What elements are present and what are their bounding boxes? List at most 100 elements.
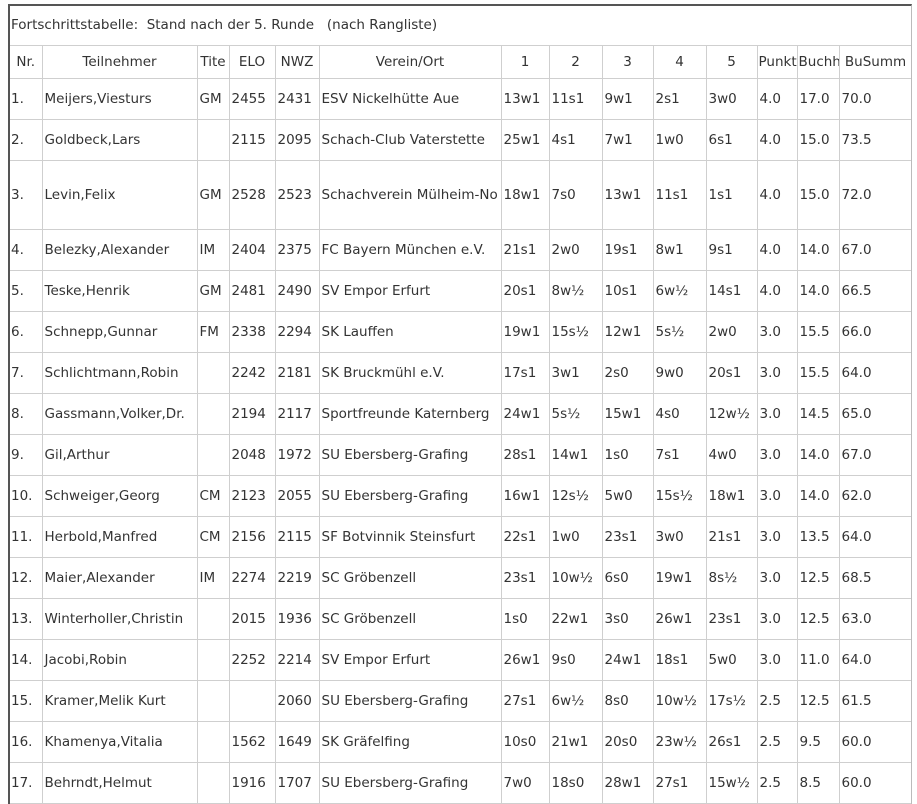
col-header-participant[interactable]: Teilnehmer	[42, 46, 198, 79]
cell-round-5: 14s1	[706, 270, 758, 312]
cell-participant: Gassmann,Volker,Dr.	[42, 393, 198, 435]
cell-title	[197, 119, 230, 161]
cell-title	[197, 352, 230, 394]
cell-nr: 13.	[10, 598, 43, 640]
cell-round-4: 11s1	[653, 160, 707, 230]
cell-participant: Levin,Felix	[42, 160, 198, 230]
cell-nr: 1.	[10, 78, 43, 120]
cell-round-1: 7w0	[501, 762, 550, 804]
table-row: 7. Schlichtmann,Robin 2242 2181 SK Bruckmühl…	[10, 352, 911, 394]
cell-nwz: 1707	[275, 762, 320, 804]
cell-buchholz-sum: 61.5	[839, 680, 911, 722]
cell-buchholz: 12.5	[797, 557, 840, 599]
cell-round-1: 23s1	[501, 557, 550, 599]
cell-round-4: 10w½	[653, 680, 707, 722]
cell-club: Sportfreunde Katernberg	[319, 393, 502, 435]
cell-round-5: 1s1	[706, 160, 758, 230]
cell-buchholz: 15.5	[797, 311, 840, 353]
cell-round-5: 4w0	[706, 434, 758, 476]
col-header-round-4[interactable]: 4	[653, 46, 707, 79]
cell-buchholz: 11.0	[797, 639, 840, 681]
cell-round-2: 22w1	[549, 598, 603, 640]
cell-title	[197, 762, 230, 804]
cell-round-3: 24w1	[602, 639, 654, 681]
cell-elo: 2194	[229, 393, 276, 435]
cell-round-1: 13w1	[501, 78, 550, 120]
cell-club: SU Ebersberg-Grafing	[319, 475, 502, 517]
cell-elo: 1562	[229, 721, 276, 763]
cell-participant: Winterholler,Christin	[42, 598, 198, 640]
table-row: 1. Meijers,Viesturs GM 2455 2431 ESV Nickelhü…	[10, 78, 911, 120]
cell-elo: 2252	[229, 639, 276, 681]
cell-round-3: 10s1	[602, 270, 654, 312]
table-row: 17. Behrndt,Helmut 1916 1707 SU Ebersberg-Gr…	[10, 762, 911, 804]
col-header-round-3[interactable]: 3	[602, 46, 654, 79]
cell-round-5: 12w½	[706, 393, 758, 435]
cell-round-3: 7w1	[602, 119, 654, 161]
cell-round-1: 28s1	[501, 434, 550, 476]
cell-round-3: 28w1	[602, 762, 654, 804]
cell-participant: Teske,Henrik	[42, 270, 198, 312]
cell-nwz: 2431	[275, 78, 320, 120]
cell-round-3: 8s0	[602, 680, 654, 722]
cell-buchholz-sum: 60.0	[839, 762, 911, 804]
cell-elo: 2156	[229, 516, 276, 558]
table-row: 15. Kramer,Melik Kurt 2060 SU Ebersberg-Gra…	[10, 680, 911, 722]
col-header-round-2[interactable]: 2	[549, 46, 603, 79]
cell-round-1: 22s1	[501, 516, 550, 558]
table-row: 16. Khamenya,Vitalia 1562 1649 SK Gräfelfing…	[10, 721, 911, 763]
col-header-buchholz[interactable]: Buchh	[797, 46, 840, 79]
col-header-elo[interactable]: ELO	[229, 46, 276, 79]
col-header-club[interactable]: Verein/Ort	[319, 46, 502, 79]
cell-points: 3.0	[757, 516, 798, 558]
cell-elo: 2242	[229, 352, 276, 394]
cell-round-1: 19w1	[501, 311, 550, 353]
cell-round-5: 2w0	[706, 311, 758, 353]
cell-points: 4.0	[757, 119, 798, 161]
cell-round-5: 5w0	[706, 639, 758, 681]
cell-round-5: 23s1	[706, 598, 758, 640]
cell-nr: 9.	[10, 434, 43, 476]
cell-round-1: 18w1	[501, 160, 550, 230]
table-row: 11. Herbold,Manfred CM 2156 2115 SF Botvinnik…	[10, 516, 911, 558]
col-header-title[interactable]: Tite	[197, 46, 230, 79]
col-header-points[interactable]: Punkt	[757, 46, 798, 79]
cell-round-3: 6s0	[602, 557, 654, 599]
col-header-round-1[interactable]: 1	[501, 46, 550, 79]
cell-club: SC Gröbenzell	[319, 557, 502, 599]
cell-round-3: 13w1	[602, 160, 654, 230]
col-header-nwz[interactable]: NWZ	[275, 46, 320, 79]
cell-nwz: 2490	[275, 270, 320, 312]
cell-points: 4.0	[757, 160, 798, 230]
cell-round-2: 11s1	[549, 78, 603, 120]
cell-elo: 2481	[229, 270, 276, 312]
cell-participant: Kramer,Melik Kurt	[42, 680, 198, 722]
cell-club: ESV Nickelhütte Aue	[319, 78, 502, 120]
cell-title	[197, 639, 230, 681]
cell-round-3: 3s0	[602, 598, 654, 640]
cell-round-2: 10w½	[549, 557, 603, 599]
cell-club: SK Bruckmühl e.V.	[319, 352, 502, 394]
cell-round-2: 4s1	[549, 119, 603, 161]
cell-round-5: 20s1	[706, 352, 758, 394]
cell-round-4: 6w½	[653, 270, 707, 312]
cell-buchholz-sum: 67.0	[839, 434, 911, 476]
cell-elo: 2455	[229, 78, 276, 120]
cell-nr: 2.	[10, 119, 43, 161]
cell-nr: 4.	[10, 229, 43, 271]
cell-elo: 2528	[229, 160, 276, 230]
cell-round-3: 20s0	[602, 721, 654, 763]
table-row: 10. Schweiger,Georg CM 2123 2055 SU Ebersberg…	[10, 475, 911, 517]
cell-points: 3.0	[757, 352, 798, 394]
col-header-nr[interactable]: Nr.	[10, 46, 43, 79]
col-header-round-5[interactable]: 5	[706, 46, 758, 79]
cell-points: 2.5	[757, 721, 798, 763]
cell-round-3: 23s1	[602, 516, 654, 558]
cell-club: SU Ebersberg-Grafing	[319, 680, 502, 722]
cell-round-5: 26s1	[706, 721, 758, 763]
cell-title: GM	[197, 78, 230, 120]
cell-title: FM	[197, 311, 230, 353]
col-header-buchholz-sum[interactable]: BuSumm	[839, 46, 911, 79]
cell-club: SK Lauffen	[319, 311, 502, 353]
cell-elo: 2048	[229, 434, 276, 476]
